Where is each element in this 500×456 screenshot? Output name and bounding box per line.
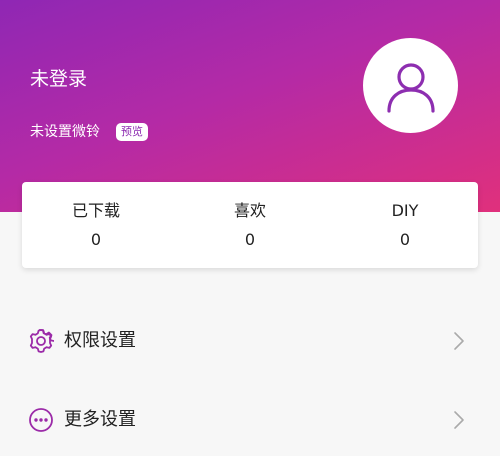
- menu-item-label: 更多设置: [64, 409, 136, 430]
- chevron-right-icon: [454, 411, 464, 429]
- stat-favorites[interactable]: 喜欢 0: [190, 200, 310, 250]
- stat-label: 已下载: [71, 201, 120, 220]
- avatar[interactable]: [363, 38, 458, 133]
- ringtone-status: 未设置微铃: [30, 124, 100, 140]
- chevron-right-icon: [454, 332, 464, 350]
- menu-item-more-settings[interactable]: 更多设置: [0, 389, 500, 449]
- stat-downloaded[interactable]: 已下载 0: [36, 200, 156, 250]
- menu-item-label: 权限设置: [64, 330, 136, 351]
- ringtone-row: 未设置微铃 预览: [30, 121, 148, 143]
- preview-button[interactable]: 预览: [116, 123, 148, 141]
- stat-value: 0: [244, 230, 256, 249]
- more-icon: [29, 408, 53, 432]
- username[interactable]: 未登录: [30, 66, 87, 92]
- profile-header: 未登录 未设置微铃 预览: [0, 0, 500, 212]
- stats-card: 已下载 0 喜欢 0 DIY 0: [22, 182, 478, 268]
- user-icon: [386, 62, 435, 113]
- stat-label: 喜欢: [233, 201, 266, 220]
- stat-value: 0: [90, 230, 102, 249]
- stat-value: 0: [399, 230, 411, 249]
- menu-item-permissions[interactable]: 权限设置: [0, 310, 500, 370]
- gear-icon: [29, 329, 54, 353]
- stat-diy[interactable]: DIY 0: [345, 200, 465, 250]
- stat-label: DIY: [391, 201, 419, 220]
